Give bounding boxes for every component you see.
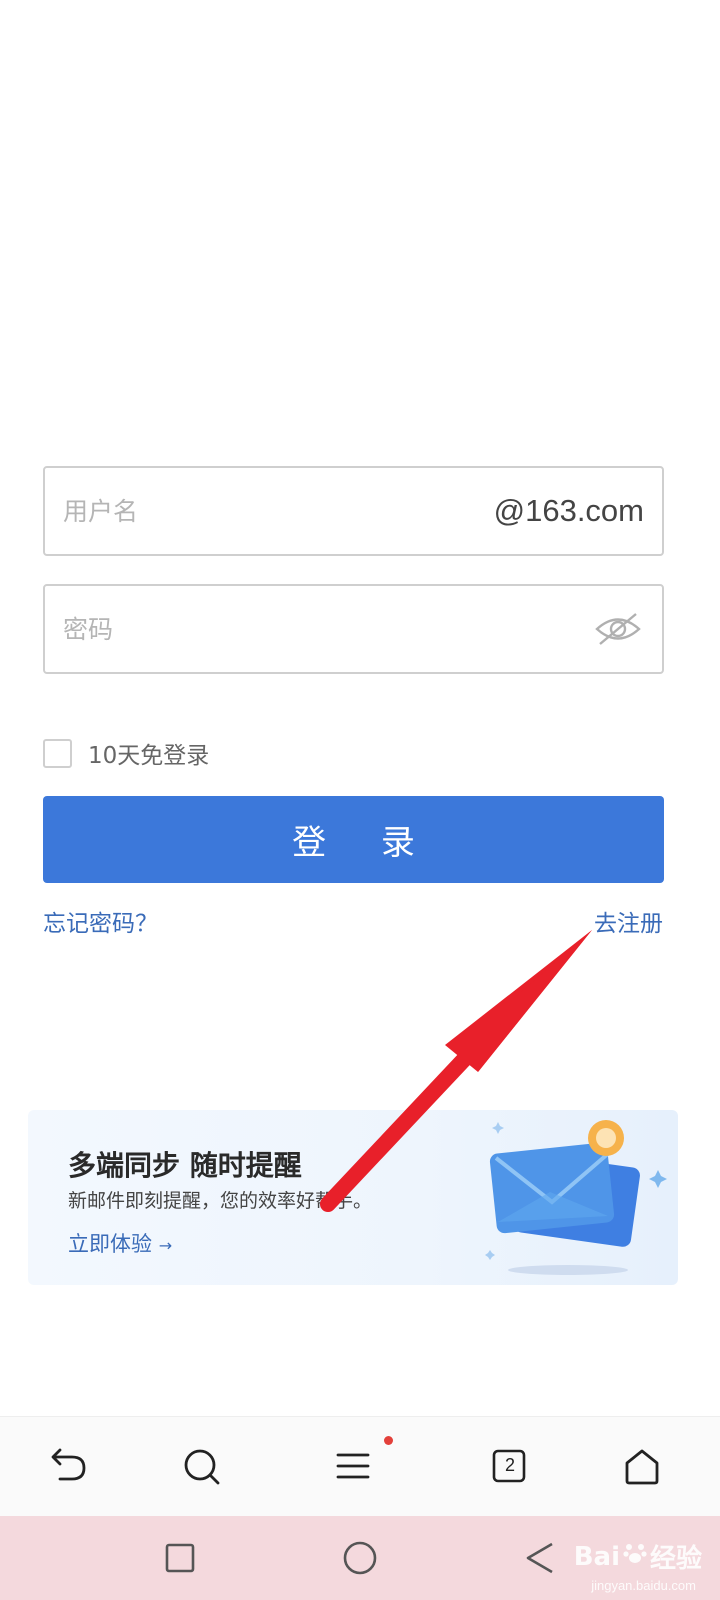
password-field[interactable] xyxy=(43,584,664,674)
watermark-brand-suffix: 经验 xyxy=(649,1544,702,1574)
remember-checkbox[interactable] xyxy=(43,738,72,768)
banner-cta-link[interactable]: 立即体验 → xyxy=(68,1228,172,1258)
banner-subtitle: 新邮件即刻提醒，您的效率好帮手。 xyxy=(68,1190,373,1212)
email-domain-suffix: @163.com xyxy=(493,493,644,528)
browser-toolbar: 2 xyxy=(0,1416,720,1516)
login-button[interactable]: 登 录 xyxy=(43,796,664,883)
back-icon[interactable] xyxy=(46,1445,90,1489)
promo-banner[interactable]: 多端同步 随时提醒 新邮件即刻提醒，您的效率好帮手。 立即体验 → xyxy=(28,1110,678,1285)
password-input[interactable] xyxy=(63,586,483,672)
remember-login-row[interactable]: 10天免登录 xyxy=(43,738,210,769)
baidu-jingyan-watermark: Bai 经验 xyxy=(574,1538,702,1575)
remember-label: 10天免登录 xyxy=(88,743,210,769)
mail-envelope-illustration xyxy=(485,1120,667,1275)
back-triangle-icon[interactable] xyxy=(520,1538,560,1578)
home-circle-icon[interactable] xyxy=(340,1538,380,1578)
tab-count: 2 xyxy=(504,1455,515,1475)
banner-cta-label: 立即体验 xyxy=(68,1232,152,1256)
search-icon[interactable] xyxy=(180,1445,224,1489)
username-input[interactable] xyxy=(63,468,483,554)
tabs-icon[interactable]: 2 xyxy=(488,1445,532,1489)
recents-icon[interactable] xyxy=(160,1538,200,1578)
watermark-url: jingyan.baidu.com xyxy=(591,1578,696,1593)
menu-notification-dot xyxy=(384,1436,393,1445)
hide-password-eye-icon[interactable] xyxy=(594,612,642,646)
watermark-brand: Bai xyxy=(573,1541,620,1572)
menu-icon[interactable] xyxy=(332,1445,376,1489)
register-link[interactable]: 去注册 xyxy=(594,904,663,938)
arrow-right-icon: → xyxy=(158,1236,173,1255)
forgot-password-link[interactable]: 忘记密码？ xyxy=(43,904,158,938)
home-icon[interactable] xyxy=(620,1445,664,1489)
banner-title: 多端同步 随时提醒 xyxy=(68,1149,302,1182)
username-field[interactable]: @163.com xyxy=(43,466,664,556)
paw-icon xyxy=(622,1540,648,1573)
